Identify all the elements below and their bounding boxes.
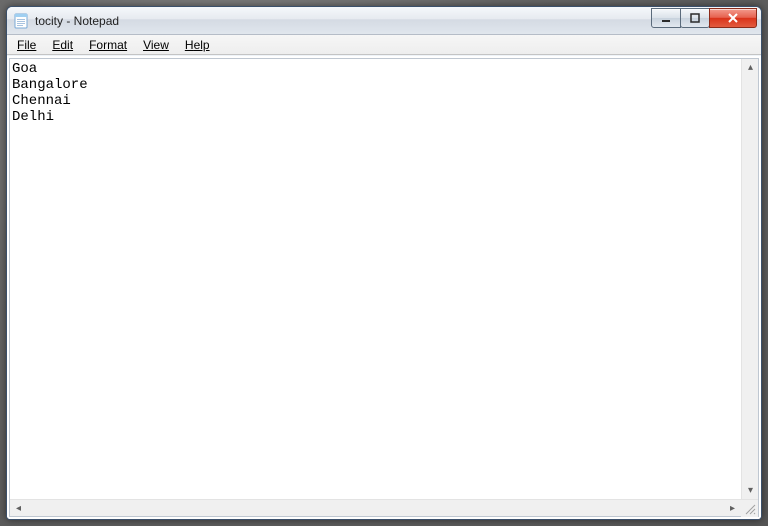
menu-file[interactable]: File [9, 36, 44, 54]
menu-view[interactable]: View [135, 36, 177, 54]
scroll-right-arrow-icon[interactable]: ▸ [724, 500, 741, 517]
window-title: tocity - Notepad [33, 14, 652, 28]
scroll-down-arrow-icon[interactable]: ▾ [742, 482, 758, 499]
titlebar[interactable]: tocity - Notepad [7, 7, 761, 35]
close-icon [726, 12, 740, 24]
resize-grip-icon[interactable] [741, 500, 758, 517]
menubar: File Edit Format View Help [7, 35, 761, 55]
maximize-icon [689, 12, 701, 24]
notepad-icon [13, 13, 29, 29]
horizontal-scrollbar[interactable]: ◂ ▸ [10, 499, 758, 516]
notepad-window: tocity - Notepad File Edit Format View H… [6, 6, 762, 520]
minimize-button[interactable] [651, 8, 681, 28]
window-controls [652, 8, 757, 28]
menu-format[interactable]: Format [81, 36, 135, 54]
editor-frame: ▴ ▾ ◂ ▸ [9, 58, 759, 517]
vertical-scrollbar[interactable]: ▴ ▾ [741, 59, 758, 499]
text-editor[interactable] [10, 59, 741, 499]
minimize-icon [660, 12, 672, 24]
close-button[interactable] [709, 8, 757, 28]
client-area: ▴ ▾ ◂ ▸ [7, 55, 761, 519]
maximize-button[interactable] [680, 8, 710, 28]
hscroll-track[interactable] [27, 500, 724, 516]
menu-edit[interactable]: Edit [44, 36, 81, 54]
vscroll-track[interactable] [742, 76, 758, 482]
scroll-up-arrow-icon[interactable]: ▴ [742, 59, 758, 76]
scroll-left-arrow-icon[interactable]: ◂ [10, 500, 27, 517]
menu-help[interactable]: Help [177, 36, 218, 54]
